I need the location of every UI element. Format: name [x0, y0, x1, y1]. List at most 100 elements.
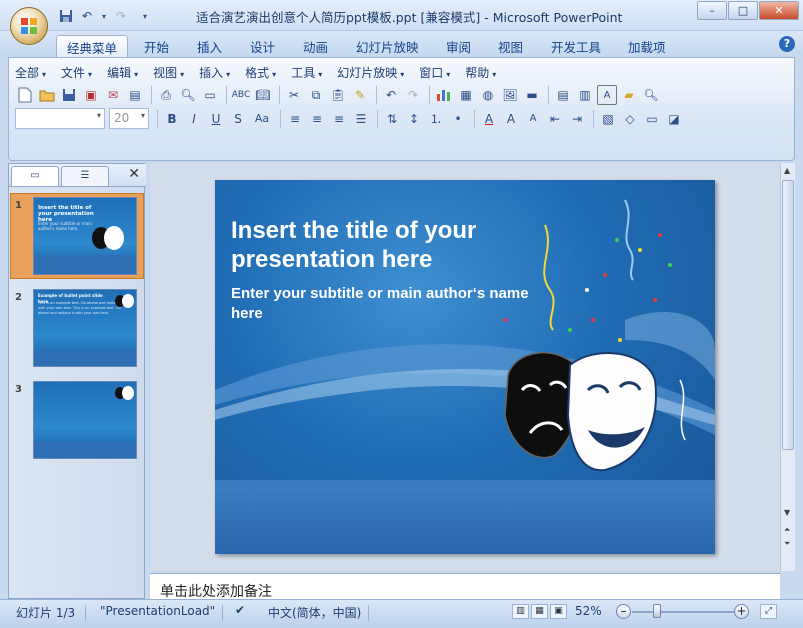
font-name-combo[interactable]: ▾ — [15, 108, 105, 129]
new-icon[interactable] — [15, 85, 35, 105]
align-right-icon[interactable]: ≡ — [329, 109, 349, 129]
customize-qat-icon[interactable]: ▾ — [140, 8, 150, 24]
menu-all[interactable]: 全部 ▾ — [15, 64, 46, 82]
tab-animations[interactable]: 动画 — [293, 35, 338, 57]
close-button[interactable]: ✕ — [759, 1, 799, 20]
normal-view-icon[interactable]: ▭ — [200, 85, 220, 105]
spelling-check-icon[interactable]: ✔︎ — [235, 603, 245, 617]
slide-thumbnail-3[interactable] — [33, 381, 137, 459]
tab-review[interactable]: 审阅 — [436, 35, 481, 57]
bullets-icon[interactable]: • — [448, 109, 468, 129]
slides-tab[interactable]: ▭ — [11, 166, 59, 186]
slide-title[interactable]: Insert the title of your presentation he… — [231, 216, 531, 274]
menu-insert[interactable]: 插入 ▾ — [199, 64, 230, 82]
spelling-icon[interactable]: ABC — [231, 85, 251, 105]
copy-icon[interactable]: ⧉ — [306, 85, 326, 105]
menu-format[interactable]: 格式 ▾ — [245, 64, 276, 82]
tab-addins[interactable]: 加载项 — [618, 35, 676, 57]
menu-edit[interactable]: 编辑 ▾ — [107, 64, 138, 82]
line-spacing-icon[interactable]: ↕ — [404, 109, 424, 129]
arrange-icon[interactable]: ▧ — [598, 109, 618, 129]
permission-icon[interactable]: ▣ — [81, 85, 101, 105]
insert-chart-icon[interactable] — [434, 85, 454, 105]
justify-icon[interactable]: ☰ — [351, 109, 371, 129]
save-icon[interactable] — [58, 8, 74, 24]
zoom-out-button[interactable]: – — [616, 604, 631, 619]
email-icon[interactable]: ✉ — [103, 85, 123, 105]
italic-icon[interactable]: I — [184, 109, 204, 129]
help-icon[interactable]: ? — [779, 36, 795, 52]
paste-icon[interactable]: 📋︎ — [328, 85, 348, 105]
menu-view[interactable]: 视图 ▾ — [153, 64, 184, 82]
zoom-icon[interactable]: 🔍︎ — [641, 85, 661, 105]
slide-subtitle[interactable]: Enter your subtitle or main author‘s nam… — [231, 284, 531, 324]
outline-tab[interactable]: ☰ — [61, 166, 109, 186]
undo-icon[interactable]: ↶ — [79, 8, 95, 24]
insert-picture-icon[interactable]: 🖼︎ — [500, 85, 520, 105]
slide-thumbnail-2[interactable]: Example of bullet point slide here This … — [33, 289, 137, 367]
underline-icon[interactable]: U — [206, 109, 226, 129]
insert-clipart-icon[interactable]: ◍ — [478, 85, 498, 105]
redo-icon[interactable]: ↷ — [113, 8, 129, 24]
tab-classic-menu[interactable]: 经典菜单 — [56, 35, 129, 57]
new-slide-icon[interactable]: ▤ — [553, 85, 573, 105]
tab-design[interactable]: 设计 — [240, 35, 285, 57]
fit-to-window-button[interactable]: ⤢ — [760, 604, 777, 619]
minimize-button[interactable]: – — [697, 1, 727, 20]
scroll-thumb[interactable] — [782, 180, 794, 450]
slide-thumbnail-1[interactable]: Insert the title of your presentation he… — [33, 197, 137, 275]
color-grayscale-icon[interactable]: ▬ — [522, 85, 542, 105]
undo-icon[interactable]: ↶ — [381, 85, 401, 105]
numbering-icon[interactable]: ⒈ — [426, 109, 446, 129]
zoom-slider-handle[interactable] — [653, 604, 661, 618]
language-indicator[interactable]: 中文(简体，中国) — [268, 604, 361, 621]
shapes-icon[interactable]: ◇ — [620, 109, 640, 129]
tab-home[interactable]: 开始 — [134, 35, 179, 57]
print-icon[interactable]: ⎙ — [156, 85, 176, 105]
tab-developer[interactable]: 开发工具 — [541, 35, 611, 57]
cut-icon[interactable]: ✂ — [284, 85, 304, 105]
decrease-indent-icon[interactable]: ⇤ — [545, 109, 565, 129]
align-left-icon[interactable]: ≡ — [285, 109, 305, 129]
menu-window[interactable]: 窗口 ▾ — [419, 64, 450, 82]
scroll-down-arrow[interactable]: ▼ — [784, 508, 790, 517]
print-preview-icon[interactable]: 🔍︎ — [178, 85, 198, 105]
research-icon[interactable]: 📖︎ — [253, 85, 273, 105]
open-folder-icon[interactable]: ▰ — [619, 85, 639, 105]
insert-table-icon[interactable]: ▦ — [456, 85, 476, 105]
save-icon[interactable] — [59, 85, 79, 105]
font-size-combo[interactable]: 20 ▾ — [109, 108, 149, 129]
slide-layout-icon[interactable]: ▥ — [575, 85, 595, 105]
decrease-font-icon[interactable]: A — [523, 109, 543, 129]
zoom-in-button[interactable]: + — [734, 604, 749, 619]
font-color-icon[interactable]: A — [479, 109, 499, 129]
zoom-slider[interactable] — [632, 611, 736, 613]
shape-fill-icon[interactable]: ◪ — [664, 109, 684, 129]
redo-icon[interactable]: ↷ — [403, 85, 423, 105]
slideshow-view-button[interactable]: ▣ — [550, 604, 567, 619]
slide-sorter-view-button[interactable]: ▦ — [531, 604, 548, 619]
menu-tools[interactable]: 工具 ▾ — [291, 64, 322, 82]
undo-dropdown-icon[interactable]: ▾ — [100, 8, 108, 24]
tab-insert[interactable]: 插入 — [187, 35, 232, 57]
format-painter-icon[interactable]: ✎ — [350, 85, 370, 105]
publish-icon[interactable]: ▤ — [125, 85, 145, 105]
close-panel-icon[interactable]: ✕ — [128, 166, 140, 182]
slide-canvas[interactable]: Insert the title of your presentation he… — [215, 180, 715, 554]
align-center-icon[interactable]: ≡ — [307, 109, 327, 129]
bold-icon[interactable]: B — [162, 109, 182, 129]
text-box-icon[interactable]: A — [597, 85, 617, 105]
previous-slide-icon[interactable]: ⏶ — [784, 525, 790, 535]
increase-indent-icon[interactable]: ⇥ — [567, 109, 587, 129]
increase-font-icon[interactable]: A — [501, 109, 521, 129]
quick-styles-icon[interactable]: ▭ — [642, 109, 662, 129]
office-button[interactable] — [10, 7, 48, 45]
vertical-scrollbar[interactable]: ▲ ▼ ⏶ ⏷ — [780, 163, 795, 571]
text-direction-icon[interactable]: ⇅ — [382, 109, 402, 129]
maximize-button[interactable]: □ — [728, 1, 758, 20]
menu-help[interactable]: 帮助 ▾ — [465, 64, 496, 82]
shadow-icon[interactable]: S — [228, 109, 248, 129]
open-icon[interactable] — [37, 85, 57, 105]
tab-view[interactable]: 视图 — [488, 35, 533, 57]
menu-slideshow[interactable]: 幻灯片放映 ▾ — [337, 64, 404, 82]
